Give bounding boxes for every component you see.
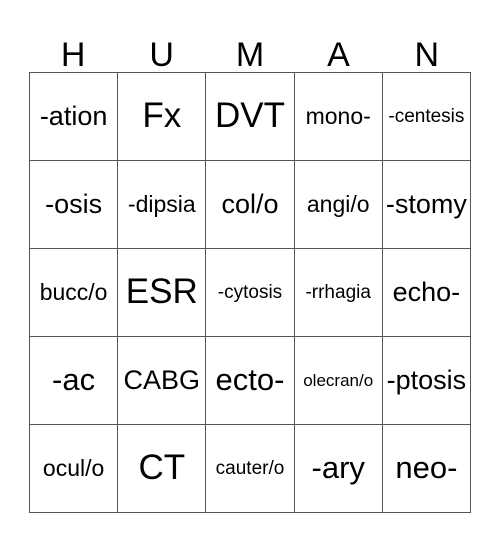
bingo-cell-r2c1[interactable]: -osis [30,161,119,249]
bingo-header-letter-1: U [149,36,174,74]
bingo-cell-r3c3[interactable]: -cytosis [206,249,295,337]
bingo-grid: -ation Fx DVT mono- -centesis -osis -dip… [29,72,471,513]
bingo-cell-label: bucc/o [39,278,108,305]
bingo-cell-r1c1[interactable]: -ation [30,73,119,161]
bingo-cell-label: Fx [142,96,182,136]
bingo-cell-label: neo- [395,450,458,486]
bingo-cell-label: angi/o [306,190,370,217]
bingo-cell-label: DVT [214,96,285,136]
bingo-cell-r4c2[interactable]: CABG [118,337,207,425]
bingo-cell-r5c2[interactable]: CT [118,425,207,513]
bingo-cell-label: -ation [39,101,108,132]
bingo-header-letter-2: M [235,36,265,74]
bingo-cell-r4c3[interactable]: ecto- [206,337,295,425]
bingo-header-letter-0: H [60,36,86,74]
bingo-cell-label: olecran/o [303,370,374,390]
bingo-cell-label: ecto- [215,362,285,398]
bingo-header-letter-4: N [414,36,440,74]
bingo-cell-label: cauter/o [215,457,285,479]
bingo-cell-r2c4[interactable]: angi/o [294,161,383,249]
bingo-cell-label: -stomy [385,189,467,220]
bingo-cell-label: -ptosis [386,365,467,396]
bingo-cell-r1c5[interactable]: -centesis [382,73,471,161]
bingo-cell-r4c5[interactable]: -ptosis [382,337,471,425]
bingo-header-letter-3: A [327,36,350,74]
bingo-cell-r1c2[interactable]: Fx [118,73,207,161]
bingo-cell-label: -osis [45,189,103,220]
bingo-cell-r4c1[interactable]: -ac [30,337,119,425]
bingo-cell-r5c1[interactable]: ocul/o [30,425,119,513]
bingo-cell-r4c4[interactable]: olecran/o [294,337,383,425]
bingo-cell-label: echo- [392,277,461,308]
bingo-cell-r3c5[interactable]: echo- [382,249,471,337]
bingo-cell-r5c4[interactable]: -ary [294,425,383,513]
bingo-cell-label: -cytosis [217,281,283,303]
bingo-cell-r3c2[interactable]: ESR [118,249,207,337]
bingo-cell-r2c2[interactable]: -dipsia [118,161,207,249]
bingo-cell-r5c3[interactable]: cauter/o [206,425,295,513]
bingo-cell-r1c4[interactable]: mono- [294,73,383,161]
bingo-cell-r1c3[interactable]: DVT [206,73,295,161]
bingo-cell-label: ESR [125,272,198,312]
bingo-cell-label: -centesis [388,105,465,127]
bingo-cell-label: CT [138,448,186,488]
bingo-cell-r3c4[interactable]: -rrhagia [294,249,383,337]
bingo-cell-label: -ac [52,362,96,398]
bingo-cell-label: mono- [305,102,371,129]
bingo-cell-label: -ary [311,450,365,486]
bingo-header-row: H U M A N [29,26,471,72]
bingo-cell-label: -dipsia [127,190,196,217]
bingo-cell-label: -rrhagia [305,281,371,303]
bingo-cell-r5c5[interactable]: neo- [382,425,471,513]
bingo-cell-label: ocul/o [42,454,105,481]
bingo-cell-r2c5[interactable]: -stomy [382,161,471,249]
bingo-card: H U M A N -ation Fx DVT mono- -centesis … [0,0,500,544]
bingo-cell-label: CABG [123,365,201,396]
bingo-cell-r3c1[interactable]: bucc/o [30,249,119,337]
bingo-cell-r2c3[interactable]: col/o [206,161,295,249]
bingo-cell-label: col/o [221,189,279,220]
